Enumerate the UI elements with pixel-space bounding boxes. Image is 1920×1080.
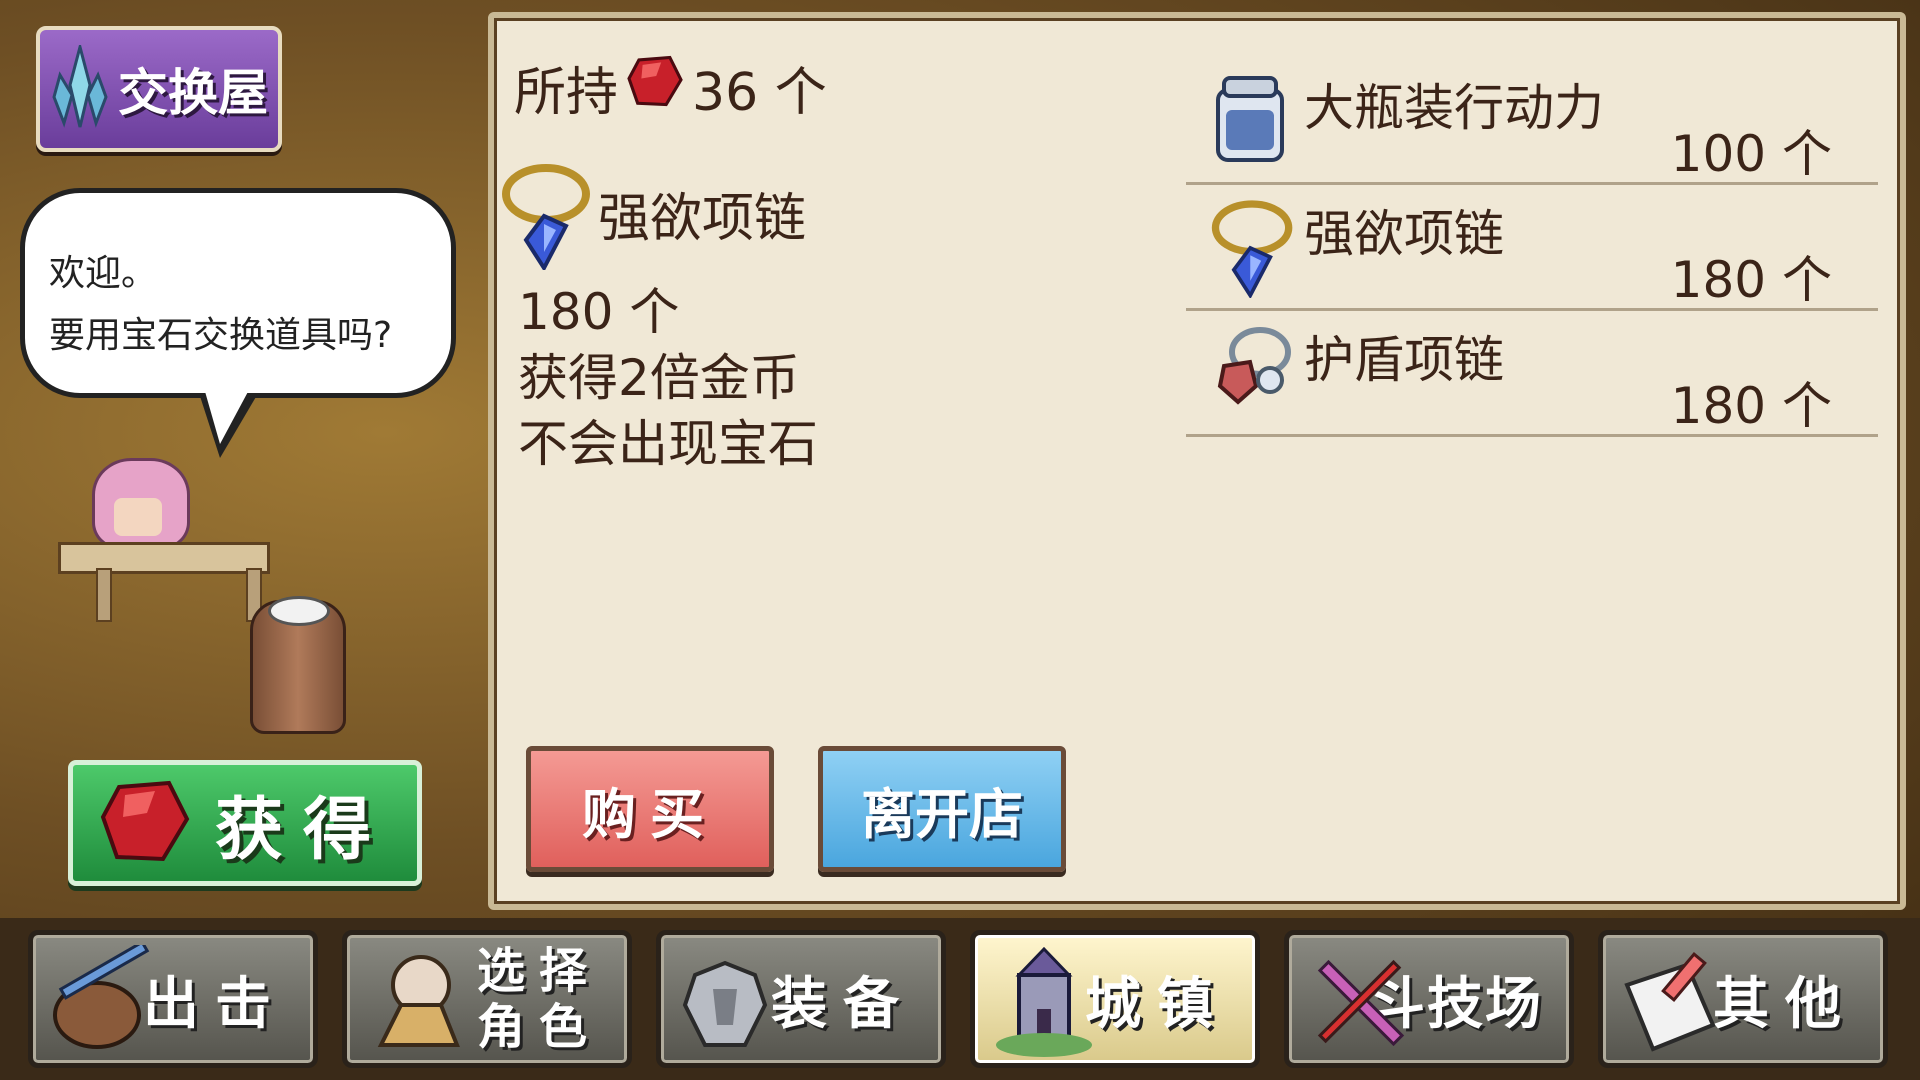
selected-item-effect-1: 获得2倍金币 — [518, 349, 800, 407]
nav-town-label: 城镇 — [1085, 971, 1229, 1037]
nav-label-line2: 角色 — [476, 999, 601, 1055]
sword-icon — [1303, 945, 1413, 1065]
shop-item-name: 强欲项链 — [1304, 205, 1504, 263]
shopkeeper-face — [114, 498, 162, 536]
selected-item-price: 180 个 — [518, 283, 680, 341]
shop-item-price: 180 个 — [1670, 377, 1832, 435]
buy-button[interactable]: 购买 — [526, 746, 774, 872]
leave-shop-button[interactable]: 离开店 — [818, 746, 1066, 872]
obtain-gems-button[interactable]: 获得 — [68, 760, 422, 886]
nav-sortie[interactable]: 出击 — [28, 930, 318, 1068]
shop-item-name: 大瓶装行动力 — [1304, 79, 1604, 137]
nav-arena[interactable]: 斗技场 — [1284, 930, 1574, 1068]
armor-icon — [675, 945, 785, 1065]
shop-counter — [58, 542, 270, 574]
shop-item-price: 100 个 — [1670, 125, 1832, 183]
shop-title-badge: 交换屋 — [36, 26, 282, 152]
dialog-line-1: 欢迎。 — [49, 253, 158, 294]
shop-item-price: 180 个 — [1670, 251, 1832, 309]
red-gem-icon — [99, 779, 191, 867]
red-gem-icon — [626, 55, 684, 120]
speech-bubble: 欢迎。 要用宝石交换道具吗? — [20, 188, 456, 398]
obtain-gems-label: 获得 — [214, 790, 391, 870]
crystal-icon — [50, 41, 110, 133]
necklace-icon — [1210, 196, 1296, 302]
nav-other-label: 其他 — [1713, 971, 1857, 1037]
sortie-icon — [47, 940, 157, 1065]
shop-item-row[interactable]: 大瓶装行动力 100 个 — [1186, 56, 1878, 185]
nav-select-character[interactable]: 选择 角色 — [342, 930, 632, 1068]
held-label: 所持 — [514, 63, 619, 123]
held-count: 36 个 — [692, 63, 827, 123]
shield-necklace-icon — [1210, 322, 1296, 412]
dialog-line-2: 要用宝石交换道具吗? — [49, 315, 393, 356]
character-icon — [361, 945, 471, 1065]
game-screen: 交换屋 欢迎。 要用宝石交换道具吗? 获得 所持 36 个 强欲项链 180 个… — [0, 0, 1920, 1080]
nav-equipment[interactable]: 装备 — [656, 930, 946, 1068]
held-gems: 所持 36 个 — [514, 50, 827, 125]
counter-leg — [96, 568, 112, 622]
nav-sortie-label: 出击 — [143, 971, 287, 1037]
speech-bubble-tail-inner — [204, 388, 250, 444]
nav-label-line1: 选择 — [476, 943, 601, 999]
castle-icon — [989, 945, 1099, 1065]
shop-title: 交换屋 — [118, 64, 268, 122]
scroll-icon — [1617, 945, 1727, 1065]
nav-town[interactable]: 城镇 — [970, 930, 1260, 1068]
player-character-top — [268, 596, 330, 626]
shop-item-name: 护盾项链 — [1304, 331, 1504, 389]
shop-item-row[interactable]: 护盾项链 180 个 — [1186, 308, 1878, 437]
nav-other[interactable]: 其他 — [1598, 930, 1888, 1068]
selected-item-name: 强欲项链 — [598, 189, 807, 249]
nav-equipment-label: 装备 — [771, 971, 915, 1037]
selected-item-effect-2: 不会出现宝石 — [518, 415, 818, 473]
bottle-icon — [1210, 70, 1290, 168]
shop-item-row[interactable]: 强欲项链 180 个 — [1186, 182, 1878, 311]
necklace-icon — [500, 160, 594, 274]
nav-select-character-label: 选择 角色 — [477, 943, 601, 1055]
